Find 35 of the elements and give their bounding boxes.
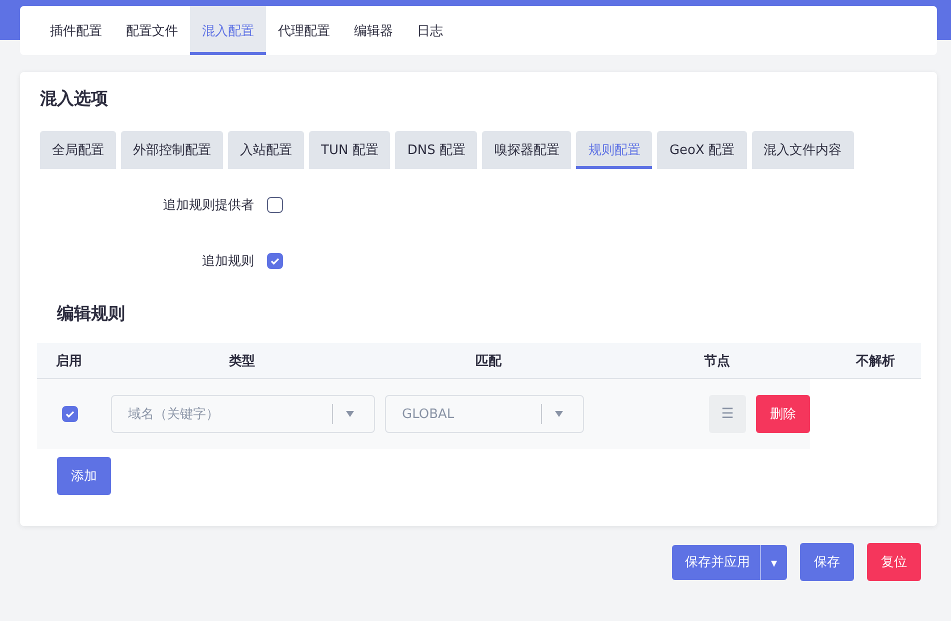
column-header: 节点: [703, 352, 731, 370]
section-tab[interactable]: 全局配置: [40, 131, 116, 169]
caret-icon[interactable]: ▾: [761, 556, 787, 570]
checkbox[interactable]: [267, 253, 283, 269]
option-label: 追加规则: [201, 253, 255, 270]
type-select[interactable]: 域名（关键字）: [111, 395, 375, 433]
section-tab[interactable]: 混入文件内容: [752, 131, 854, 169]
section-title: 混入选项: [39, 88, 109, 111]
column-header: 匹配: [474, 352, 503, 370]
checkbox[interactable]: [267, 197, 283, 213]
section-tab[interactable]: GeoX 配置: [657, 131, 747, 169]
column-header: 不解析: [854, 352, 896, 370]
nav-tab[interactable]: 插件配置: [38, 6, 114, 55]
checkbox[interactable]: [62, 406, 78, 422]
delete-button[interactable]: 删除: [756, 395, 810, 433]
save-apply-label: 保存并应用: [672, 545, 761, 580]
nav-tab[interactable]: 日志: [405, 6, 455, 55]
column-header: 类型: [228, 352, 256, 370]
add-button[interactable]: 添加: [57, 457, 111, 495]
save-button[interactable]: 保存: [800, 543, 854, 581]
nav-tab[interactable]: 编辑器: [342, 6, 405, 55]
save-apply-button[interactable]: 保存并应用 ▾: [672, 545, 787, 580]
section-tab[interactable]: 嗅探器配置: [482, 131, 572, 169]
reset-button[interactable]: 复位: [867, 543, 921, 581]
section-tab[interactable]: DNS 配置: [395, 131, 478, 169]
nav-tab[interactable]: 代理配置: [266, 6, 342, 55]
nav-tab[interactable]: 配置文件: [114, 6, 190, 55]
rules-title: 编辑规则: [56, 303, 126, 326]
dropdown-icon: [346, 411, 354, 417]
section-tab[interactable]: 入站配置: [228, 131, 304, 169]
dropdown-icon: [555, 411, 563, 417]
section-tab[interactable]: TUN 配置: [309, 131, 390, 169]
section-tab[interactable]: 外部控制配置: [121, 131, 223, 169]
option-label: 追加规则提供者: [162, 197, 255, 214]
column-header: 启用: [55, 352, 83, 370]
